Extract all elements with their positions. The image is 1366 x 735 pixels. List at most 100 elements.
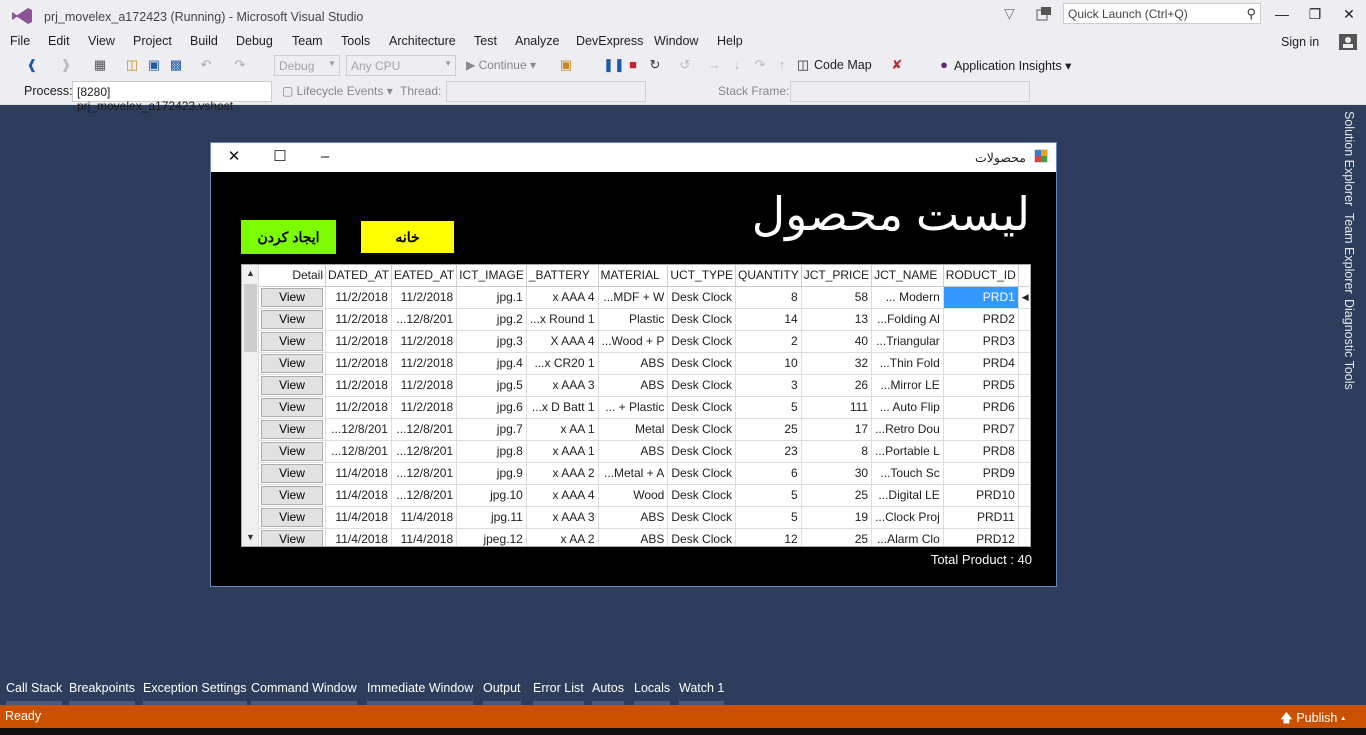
- cell-material[interactable]: Plastic: [598, 308, 669, 331]
- cell-product-type[interactable]: Desk Clock: [667, 506, 737, 529]
- cell-material[interactable]: ABS: [598, 352, 669, 375]
- tab-output[interactable]: Output: [483, 681, 521, 705]
- cell-product-type[interactable]: Desk Clock: [667, 308, 737, 331]
- cell-product-price[interactable]: 30: [801, 462, 873, 485]
- cell-created-at[interactable]: 11/2/2018: [391, 374, 458, 397]
- form-close-icon[interactable]: ✕: [222, 147, 246, 167]
- cell-created-at[interactable]: ...12/8/201: [391, 308, 458, 331]
- products-grid[interactable]: ▲ ▼ Detail DATED_AT EATED_AT ICT_IMAGE _…: [241, 264, 1031, 547]
- cell-product-image[interactable]: jpg.10: [456, 484, 527, 507]
- table-row[interactable]: View 11/4/2018 11/4/2018 jpg.11 x AAA 3 ABS De…: [259, 506, 1030, 529]
- cell-product-id[interactable]: PRD7: [943, 418, 1019, 441]
- step-out-icon[interactable]: ↷: [752, 57, 768, 73]
- platform-combo[interactable]: Any CPU ▼: [346, 55, 456, 76]
- column-header-updated-at[interactable]: DATED_AT: [325, 265, 392, 287]
- cell-created-at[interactable]: 11/2/2018: [391, 396, 458, 419]
- cell-product-type[interactable]: Desk Clock: [667, 418, 737, 441]
- cell-product-id[interactable]: PRD5: [943, 374, 1019, 397]
- cell-updated-at[interactable]: 11/4/2018: [325, 506, 392, 529]
- cell-product-name[interactable]: ...Mirror LE: [871, 374, 944, 397]
- publish-button[interactable]: 🡅 Publish ▴: [1280, 709, 1345, 730]
- cell-product-price[interactable]: 17: [801, 418, 873, 441]
- cell-quantity[interactable]: 6: [735, 462, 802, 485]
- cell-quantity[interactable]: 2: [735, 330, 802, 353]
- column-header-product-id[interactable]: RODUCT_ID: [943, 265, 1019, 287]
- cell-created-at[interactable]: 11/4/2018: [391, 528, 458, 546]
- tab-immediate-window[interactable]: Immediate Window: [367, 681, 474, 705]
- step-up-icon[interactable]: ↑: [774, 57, 790, 73]
- cell-product-id[interactable]: PRD8: [943, 440, 1019, 463]
- cell-updated-at[interactable]: 11/2/2018: [325, 330, 392, 353]
- restart-icon[interactable]: ↻: [647, 57, 663, 73]
- column-header-product-image[interactable]: ICT_IMAGE: [456, 265, 527, 287]
- sign-in-link[interactable]: Sign in: [1281, 35, 1319, 49]
- menu-tools[interactable]: Tools: [341, 34, 370, 48]
- menu-window[interactable]: Window: [654, 34, 698, 48]
- cell-product-type[interactable]: Desk Clock: [667, 286, 737, 309]
- cell-product-type[interactable]: Desk Clock: [667, 352, 737, 375]
- cell-product-id[interactable]: PRD9: [943, 462, 1019, 485]
- row-header[interactable]: [1018, 374, 1030, 397]
- cell-quantity[interactable]: 3: [735, 374, 802, 397]
- cell-product-id[interactable]: PRD12: [943, 528, 1019, 546]
- cell-material[interactable]: ABS: [598, 374, 669, 397]
- row-header[interactable]: [1018, 418, 1030, 441]
- cell-product-name[interactable]: ...Touch Sc: [871, 462, 944, 485]
- row-header[interactable]: [1018, 352, 1030, 375]
- cell-created-at[interactable]: 11/2/2018: [391, 330, 458, 353]
- tab-autos[interactable]: Autos: [592, 681, 624, 705]
- cell-product-id[interactable]: PRD6: [943, 396, 1019, 419]
- lifecycle-events-button[interactable]: ▢ Lifecycle Events ▾: [282, 84, 393, 98]
- feedback-icon[interactable]: [1036, 6, 1052, 22]
- cell-product-id[interactable]: PRD10: [943, 484, 1019, 507]
- table-row[interactable]: View 11/4/2018 11/4/2018 jpeg.12 x AA 2 ABS De…: [259, 528, 1030, 546]
- tab-error-list[interactable]: Error List: [533, 681, 584, 705]
- cell-updated-at[interactable]: 11/2/2018: [325, 396, 392, 419]
- view-button[interactable]: View: [261, 441, 323, 461]
- tab-team-explorer[interactable]: Team Explorer: [1342, 213, 1356, 294]
- cell-battery[interactable]: ...x CR20 1: [526, 352, 599, 375]
- cell-product-image[interactable]: jpg.2: [456, 308, 527, 331]
- cell-product-name[interactable]: ...Portable L: [871, 440, 944, 463]
- cell-quantity[interactable]: 10: [735, 352, 802, 375]
- stop-icon[interactable]: ■: [625, 57, 641, 73]
- menu-edit[interactable]: Edit: [48, 34, 70, 48]
- view-button[interactable]: View: [261, 507, 323, 527]
- menu-view[interactable]: View: [88, 34, 115, 48]
- cell-quantity[interactable]: 8: [735, 286, 802, 309]
- cell-product-price[interactable]: 40: [801, 330, 873, 353]
- cell-product-image[interactable]: jpg.6: [456, 396, 527, 419]
- redo-icon[interactable]: ↷: [232, 57, 248, 73]
- view-button[interactable]: View: [261, 463, 323, 483]
- save-all-icon[interactable]: ▩: [168, 57, 184, 73]
- cell-quantity[interactable]: 23: [735, 440, 802, 463]
- minimize-icon[interactable]: —: [1268, 4, 1296, 24]
- cell-product-image[interactable]: jpg.4: [456, 352, 527, 375]
- menu-build[interactable]: Build: [190, 34, 218, 48]
- cell-battery[interactable]: x AAA 1: [526, 440, 599, 463]
- cell-quantity[interactable]: 14: [735, 308, 802, 331]
- cell-created-at[interactable]: ...12/8/201: [391, 440, 458, 463]
- view-button[interactable]: View: [261, 397, 323, 417]
- config-combo[interactable]: Debug ▼: [274, 55, 340, 76]
- table-row[interactable]: View ...12/8/201 ...12/8/201 jpg.8 x AAA 1 AB…: [259, 440, 1030, 463]
- table-row[interactable]: View 11/2/2018 ...12/8/201 jpg.2 ...x Round …: [259, 308, 1030, 331]
- back-icon[interactable]: ❰: [24, 57, 40, 73]
- cell-quantity[interactable]: 5: [735, 506, 802, 529]
- menu-analyze[interactable]: Analyze: [515, 34, 559, 48]
- cell-updated-at[interactable]: ...12/8/201: [325, 440, 392, 463]
- cell-battery[interactable]: x AA 1: [526, 418, 599, 441]
- cell-material[interactable]: ...Metal + A: [598, 462, 669, 485]
- cell-material[interactable]: Metal: [598, 418, 669, 441]
- cell-product-type[interactable]: Desk Clock: [667, 484, 737, 507]
- view-button[interactable]: View: [261, 287, 323, 307]
- cell-battery[interactable]: ...x Round 1: [526, 308, 599, 331]
- cell-updated-at[interactable]: 11/2/2018: [325, 308, 392, 331]
- row-header[interactable]: [1018, 462, 1030, 485]
- cell-battery[interactable]: x AAA 3: [526, 374, 599, 397]
- stack-frame-combo[interactable]: [790, 81, 1030, 102]
- cell-product-name[interactable]: ...Clock Proj: [871, 506, 944, 529]
- cell-product-type[interactable]: Desk Clock: [667, 528, 737, 546]
- cell-product-image[interactable]: jpeg.12: [456, 528, 527, 546]
- cell-material[interactable]: ABS: [598, 528, 669, 546]
